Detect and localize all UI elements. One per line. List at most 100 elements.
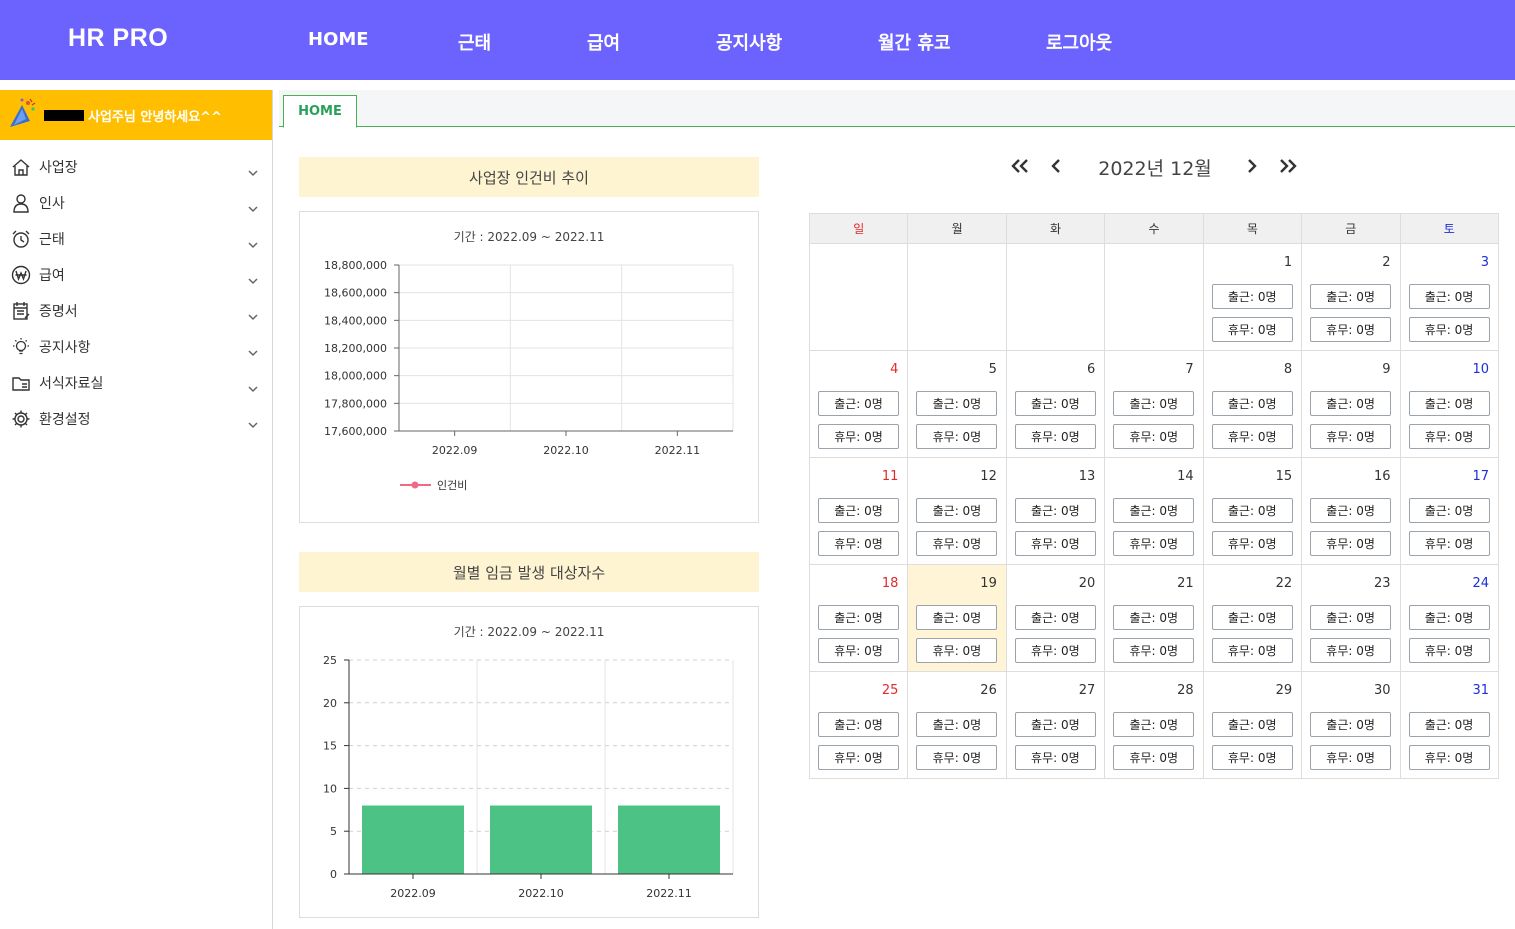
attendance-count-button[interactable]: 출근: 0명 [1408, 284, 1490, 309]
sidebar-item-label: 근태 [39, 232, 65, 248]
attendance-count-button[interactable]: 출근: 0명 [1014, 605, 1096, 630]
attendance-count-button[interactable]: 출근: 0명 [916, 712, 998, 737]
attendance-count-button[interactable]: 출근: 0명 [1310, 605, 1392, 630]
leave-count-button[interactable]: 휴무: 0명 [916, 745, 998, 770]
leave-count-button[interactable]: 휴무: 0명 [1113, 424, 1195, 449]
leave-count-button[interactable]: 휴무: 0명 [1211, 531, 1293, 556]
attendance-count-button[interactable]: 출근: 0명 [1310, 712, 1392, 737]
sidebar-item-label: 인사 [39, 196, 65, 212]
prev-month-button[interactable] [1045, 154, 1067, 180]
nav-logout[interactable]: 로그아웃 [1046, 29, 1112, 55]
leave-count-button[interactable]: 휴무: 0명 [916, 531, 998, 556]
leave-count-button[interactable]: 휴무: 0명 [1113, 638, 1195, 663]
attendance-count-button[interactable]: 출근: 0명 [818, 712, 899, 737]
nav-monthly-leave[interactable]: 월간 휴코 [878, 29, 951, 55]
calendar-empty-cell [808, 243, 909, 351]
sidebar-item-settings[interactable]: 환경설정 [0, 401, 272, 437]
sidebar-item-forms[interactable]: 서식자료실 [0, 365, 272, 401]
attendance-count-button[interactable]: 출근: 0명 [1014, 498, 1096, 523]
attendance-count-button[interactable]: 출근: 0명 [1113, 712, 1195, 737]
sidebar-item-personnel[interactable]: 인사 [0, 185, 272, 221]
leave-count-button[interactable]: 휴무: 0명 [1408, 424, 1490, 449]
day-number: 18 [881, 576, 899, 591]
brand-logo[interactable]: HR PRO [68, 24, 168, 53]
leave-count-button[interactable]: 휴무: 0명 [1310, 424, 1392, 449]
leave-count-button[interactable]: 휴무: 0명 [818, 638, 899, 663]
attendance-count-button[interactable]: 출근: 0명 [1113, 498, 1195, 523]
leave-count-button[interactable]: 휴무: 0명 [818, 424, 899, 449]
attendance-count-button[interactable]: 출근: 0명 [1310, 284, 1392, 309]
calendar-day-cell: 28 출근: 0명 휴무: 0명 [1104, 671, 1204, 779]
attendance-count-button[interactable]: 출근: 0명 [1113, 391, 1195, 416]
day-number: 11 [881, 469, 899, 484]
nav-notice[interactable]: 공지사항 [716, 29, 782, 55]
attendance-count-button[interactable]: 출근: 0명 [818, 391, 899, 416]
attendance-count-button[interactable]: 출근: 0명 [1211, 498, 1293, 523]
attendance-count-button[interactable]: 출근: 0명 [1408, 391, 1490, 416]
leave-count-button[interactable]: 휴무: 0명 [1408, 638, 1490, 663]
home-icon [10, 156, 32, 178]
attendance-count-button[interactable]: 출근: 0명 [1014, 712, 1096, 737]
y-tick-label: 5 [330, 825, 337, 838]
attendance-count-button[interactable]: 출근: 0명 [916, 498, 998, 523]
calendar-day-cell: 10 출근: 0명 휴무: 0명 [1399, 350, 1500, 458]
sidebar-item-workplace[interactable]: 사업장 [0, 149, 272, 185]
next-month-button[interactable] [1241, 154, 1263, 180]
calendar-week-row: 18 출근: 0명 휴무: 0명 19 출근: 0명 휴무: 0명 20 출근: 0명 휴무: … [808, 564, 1500, 672]
attendance-count-button[interactable]: 출근: 0명 [1113, 605, 1195, 630]
leave-count-button[interactable]: 휴무: 0명 [1014, 638, 1096, 663]
nav-salary[interactable]: 급여 [587, 29, 620, 55]
day-number: 23 [1373, 576, 1391, 591]
greeting-text: 사업주님 안녕하세요^^ [88, 109, 222, 125]
attendance-count-button[interactable]: 출근: 0명 [1211, 284, 1293, 309]
attendance-count-button[interactable]: 출근: 0명 [818, 498, 899, 523]
leave-count-button[interactable]: 휴무: 0명 [818, 531, 899, 556]
sidebar-item-attendance[interactable]: 근태 [0, 221, 272, 257]
leave-count-button[interactable]: 휴무: 0명 [916, 638, 998, 663]
y-tick-label: 0 [330, 868, 337, 881]
sidebar-item-notice[interactable]: 공지사항 [0, 329, 272, 365]
y-tick-label: 10 [323, 782, 337, 795]
day-number: 1 [1283, 255, 1293, 270]
attendance-count-button[interactable]: 출근: 0명 [916, 391, 998, 416]
next-year-button[interactable] [1277, 154, 1299, 180]
attendance-count-button[interactable]: 출근: 0명 [1310, 498, 1392, 523]
attendance-count-button[interactable]: 출근: 0명 [1408, 605, 1490, 630]
prev-year-button[interactable] [1009, 154, 1031, 180]
leave-count-button[interactable]: 휴무: 0명 [1211, 638, 1293, 663]
leave-count-button[interactable]: 휴무: 0명 [1113, 531, 1195, 556]
leave-count-button[interactable]: 휴무: 0명 [1310, 317, 1392, 342]
leave-count-button[interactable]: 휴무: 0명 [1408, 531, 1490, 556]
tab-home[interactable]: HOME [283, 95, 357, 128]
leave-count-button[interactable]: 휴무: 0명 [1408, 745, 1490, 770]
leave-count-button[interactable]: 휴무: 0명 [1211, 745, 1293, 770]
sidebar-item-salary[interactable]: 급여 [0, 257, 272, 293]
leave-count-button[interactable]: 휴무: 0명 [1211, 317, 1293, 342]
attendance-count-button[interactable]: 출근: 0명 [1211, 391, 1293, 416]
sidebar-item-certificate[interactable]: 증명서 [0, 293, 272, 329]
nav-attendance[interactable]: 근태 [458, 29, 491, 55]
leave-count-button[interactable]: 휴무: 0명 [818, 745, 899, 770]
calendar-day-cell: 9 출근: 0명 휴무: 0명 [1301, 350, 1401, 458]
attendance-count-button[interactable]: 출근: 0명 [1408, 498, 1490, 523]
leave-count-button[interactable]: 휴무: 0명 [1014, 424, 1096, 449]
attendance-count-button[interactable]: 출근: 0명 [1211, 712, 1293, 737]
calendar-day-cell: 2 출근: 0명 휴무: 0명 [1301, 243, 1401, 351]
attendance-count-button[interactable]: 출근: 0명 [1408, 712, 1490, 737]
leave-count-button[interactable]: 휴무: 0명 [1211, 424, 1293, 449]
leave-count-button[interactable]: 휴무: 0명 [1408, 317, 1490, 342]
attendance-count-button[interactable]: 출근: 0명 [916, 605, 998, 630]
leave-count-button[interactable]: 휴무: 0명 [1113, 745, 1195, 770]
attendance-count-button[interactable]: 출근: 0명 [818, 605, 899, 630]
leave-count-button[interactable]: 휴무: 0명 [1310, 745, 1392, 770]
leave-count-button[interactable]: 휴무: 0명 [1014, 745, 1096, 770]
leave-count-button[interactable]: 휴무: 0명 [1014, 531, 1096, 556]
attendance-count-button[interactable]: 출근: 0명 [1310, 391, 1392, 416]
leave-count-button[interactable]: 휴무: 0명 [1310, 531, 1392, 556]
attendance-count-button[interactable]: 출근: 0명 [1211, 605, 1293, 630]
nav-home[interactable]: HOME [308, 29, 369, 50]
attendance-count-button[interactable]: 출근: 0명 [1014, 391, 1096, 416]
leave-count-button[interactable]: 휴무: 0명 [916, 424, 998, 449]
leave-count-button[interactable]: 휴무: 0명 [1310, 638, 1392, 663]
certificate-icon [10, 300, 32, 322]
